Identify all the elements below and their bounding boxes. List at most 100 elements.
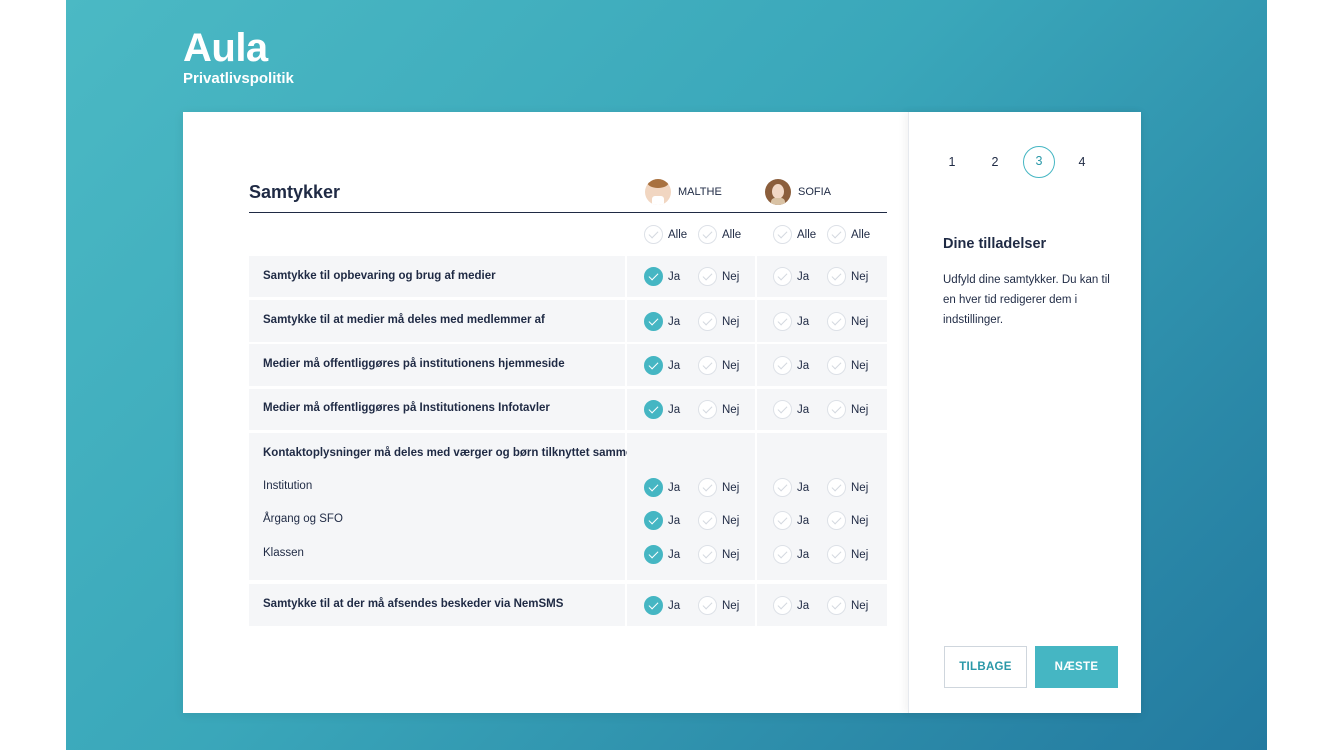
check-icon bbox=[773, 356, 792, 375]
sofia-yes-radio[interactable]: Ja bbox=[773, 511, 809, 530]
malthe-yes-radio[interactable]: Ja bbox=[644, 400, 680, 419]
check-icon bbox=[644, 545, 663, 564]
check-icon bbox=[827, 356, 846, 375]
next-button[interactable]: NÆSTE bbox=[1035, 646, 1118, 688]
malthe-no-radio[interactable]: Nej bbox=[698, 596, 739, 615]
consent-row: Samtykke til at medier må deles med medl… bbox=[249, 300, 887, 342]
check-icon bbox=[644, 478, 663, 497]
check-icon bbox=[698, 312, 717, 331]
title-divider bbox=[249, 212, 887, 213]
check-icon bbox=[698, 400, 717, 419]
check-icon bbox=[644, 400, 663, 419]
child-header-malthe: MALTHE bbox=[645, 179, 722, 205]
sofia-no-radio[interactable]: Nej bbox=[827, 356, 868, 375]
malthe-yes-radio[interactable]: Ja bbox=[644, 356, 680, 375]
check-icon bbox=[698, 225, 717, 244]
sofia-no-radio[interactable]: Nej bbox=[827, 267, 868, 286]
check-icon bbox=[827, 400, 846, 419]
check-icon bbox=[827, 478, 846, 497]
aula-logo: Aula bbox=[183, 26, 268, 70]
section-title: Samtykker bbox=[249, 182, 341, 202]
malthe-yes-radio[interactable]: Ja bbox=[644, 267, 680, 286]
check-icon bbox=[773, 225, 792, 244]
sofia-yes-radio[interactable]: Ja bbox=[773, 596, 809, 615]
step-3-active[interactable]: 3 bbox=[1023, 146, 1055, 178]
check-icon bbox=[773, 545, 792, 564]
check-icon bbox=[773, 596, 792, 615]
sofia-yes-radio[interactable]: Ja bbox=[773, 356, 809, 375]
consent-row: Medier må offentliggøres på institutione… bbox=[249, 344, 887, 386]
malthe-all-no-toggle[interactable]: Alle bbox=[698, 225, 741, 244]
question-text: Samtykke til at medier må deles med medl… bbox=[263, 314, 545, 326]
consent-panel: Samtykker MALTHE SOFIA Alle Alle Alle Al… bbox=[183, 112, 908, 713]
question-text: Samtykke til opbevaring og brug af medie… bbox=[263, 270, 496, 282]
sofia-no-radio[interactable]: Nej bbox=[827, 478, 868, 497]
sofia-yes-radio[interactable]: Ja bbox=[773, 545, 809, 564]
brand: Aula Privatlivspolitik bbox=[183, 26, 294, 87]
subitem-text: Institution bbox=[263, 480, 313, 492]
consent-row-contact-info: Kontaktoplysninger må deles med værger o… bbox=[249, 433, 887, 580]
malthe-no-radio[interactable]: Nej bbox=[698, 267, 739, 286]
sofia-no-radio[interactable]: Nej bbox=[827, 312, 868, 331]
sidebar-description: Udfyld dine samtykker. Du kan til en hve… bbox=[943, 274, 1110, 326]
consent-row: Samtykke til at der må afsendes beskeder… bbox=[249, 584, 887, 626]
check-icon bbox=[698, 267, 717, 286]
check-icon bbox=[644, 356, 663, 375]
sofia-no-radio[interactable]: Nej bbox=[827, 511, 868, 530]
check-icon bbox=[827, 545, 846, 564]
check-icon bbox=[827, 511, 846, 530]
consent-row: Samtykke til opbevaring og brug af medie… bbox=[249, 256, 887, 297]
malthe-all-yes-toggle[interactable]: Alle bbox=[644, 225, 687, 244]
malthe-no-radio[interactable]: Nej bbox=[698, 478, 739, 497]
check-icon bbox=[698, 596, 717, 615]
sofia-yes-radio[interactable]: Ja bbox=[773, 267, 809, 286]
step-4[interactable]: 4 bbox=[1066, 146, 1098, 178]
sofia-no-radio[interactable]: Nej bbox=[827, 400, 868, 419]
check-icon bbox=[644, 596, 663, 615]
sofia-yes-radio[interactable]: Ja bbox=[773, 400, 809, 419]
sofia-no-radio[interactable]: Nej bbox=[827, 545, 868, 564]
malthe-no-radio[interactable]: Nej bbox=[698, 545, 739, 564]
question-text: Medier må offentliggøres på Institutione… bbox=[263, 402, 550, 414]
subitem-text: Årgang og SFO bbox=[263, 513, 343, 525]
check-icon bbox=[698, 511, 717, 530]
check-icon bbox=[773, 400, 792, 419]
check-icon bbox=[827, 267, 846, 286]
check-icon bbox=[827, 596, 846, 615]
step-1[interactable]: 1 bbox=[936, 146, 968, 178]
malthe-no-radio[interactable]: Nej bbox=[698, 511, 739, 530]
check-icon bbox=[644, 225, 663, 244]
child-name: MALTHE bbox=[678, 186, 722, 198]
question-text: Samtykke til at der må afsendes beskeder… bbox=[263, 598, 564, 610]
child-name: SOFIA bbox=[798, 186, 832, 198]
check-icon bbox=[644, 312, 663, 331]
malthe-yes-radio[interactable]: Ja bbox=[644, 596, 680, 615]
check-icon bbox=[773, 312, 792, 331]
malthe-no-radio[interactable]: Nej bbox=[698, 312, 739, 331]
question-text: Kontaktoplysninger må deles med værger o… bbox=[263, 447, 637, 459]
back-button[interactable]: TILBAGE bbox=[944, 646, 1027, 688]
sofia-yes-radio[interactable]: Ja bbox=[773, 478, 809, 497]
check-icon bbox=[698, 545, 717, 564]
avatar bbox=[645, 179, 671, 205]
check-icon bbox=[644, 267, 663, 286]
sofia-all-no-toggle[interactable]: Alle bbox=[827, 225, 870, 244]
malthe-no-radio[interactable]: Nej bbox=[698, 356, 739, 375]
malthe-yes-radio[interactable]: Ja bbox=[644, 545, 680, 564]
check-icon bbox=[644, 511, 663, 530]
check-icon bbox=[773, 267, 792, 286]
malthe-yes-radio[interactable]: Ja bbox=[644, 511, 680, 530]
malthe-no-radio[interactable]: Nej bbox=[698, 400, 739, 419]
malthe-yes-radio[interactable]: Ja bbox=[644, 312, 680, 331]
select-all-row: Alle Alle Alle Alle bbox=[183, 225, 908, 245]
malthe-yes-radio[interactable]: Ja bbox=[644, 478, 680, 497]
subitem-text: Klassen bbox=[263, 547, 304, 559]
child-header-sofia: SOFIA bbox=[765, 179, 831, 205]
check-icon bbox=[773, 511, 792, 530]
step-2[interactable]: 2 bbox=[979, 146, 1011, 178]
sofia-yes-radio[interactable]: Ja bbox=[773, 312, 809, 331]
check-icon bbox=[773, 478, 792, 497]
consent-card: Samtykker MALTHE SOFIA Alle Alle Alle Al… bbox=[183, 112, 1141, 713]
sofia-no-radio[interactable]: Nej bbox=[827, 596, 868, 615]
sofia-all-yes-toggle[interactable]: Alle bbox=[773, 225, 816, 244]
